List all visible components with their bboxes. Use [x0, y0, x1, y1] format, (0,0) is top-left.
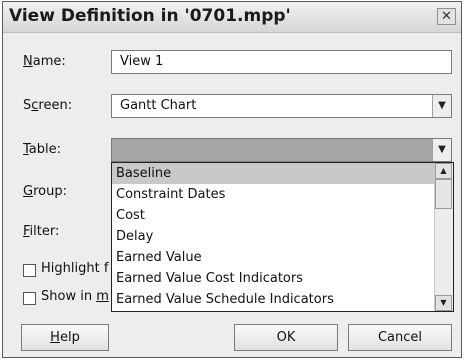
- help-button[interactable]: Help: [21, 324, 109, 351]
- table-select[interactable]: ▼: [111, 138, 452, 162]
- name-label: Name:: [23, 54, 66, 69]
- scroll-down-icon[interactable]: ▼: [435, 295, 452, 311]
- list-item[interactable]: Constraint Dates: [112, 184, 435, 205]
- chevron-down-icon[interactable]: ▼: [432, 95, 451, 117]
- title-bar: View Definition in '0701.mpp' ✕: [3, 2, 461, 33]
- list-item[interactable]: Earned Value Cost Indicators: [112, 268, 435, 289]
- show-in-menu-label: Show in m: [41, 289, 109, 304]
- scroll-up-icon[interactable]: ▲: [435, 163, 452, 179]
- scrollbar-thumb[interactable]: [435, 179, 452, 209]
- highlight-filter-label: Highlight f: [41, 261, 109, 276]
- list-item[interactable]: Baseline: [112, 163, 435, 184]
- close-button[interactable]: ✕: [437, 8, 456, 25]
- dialog-title: View Definition in '0701.mpp': [9, 6, 291, 26]
- name-input[interactable]: View 1: [111, 50, 452, 74]
- screen-select-value: Gantt Chart: [120, 98, 197, 113]
- dropdown-scrollbar[interactable]: ▲ ▼: [434, 163, 453, 311]
- ok-button[interactable]: OK: [234, 324, 338, 351]
- list-item[interactable]: Cost: [112, 205, 435, 226]
- cancel-button[interactable]: Cancel: [348, 324, 452, 351]
- screen-label: Screen:: [23, 98, 73, 113]
- list-item[interactable]: Earned Value: [112, 247, 435, 268]
- table-dropdown-list[interactable]: Baseline Constraint Dates Cost Delay Ear…: [111, 162, 454, 312]
- show-in-menu-checkbox[interactable]: [23, 292, 36, 305]
- table-label: Table:: [23, 142, 62, 157]
- group-label: Group:: [23, 184, 67, 199]
- list-item[interactable]: Delay: [112, 226, 435, 247]
- chevron-down-icon[interactable]: ▼: [432, 139, 451, 161]
- screen-select[interactable]: Gantt Chart ▼: [111, 94, 452, 118]
- close-icon: ✕: [441, 9, 452, 24]
- filter-label: Filter:: [23, 224, 60, 239]
- list-item[interactable]: Earned Value Schedule Indicators: [112, 289, 435, 310]
- view-definition-dialog: View Definition in '0701.mpp' ✕ Name: Vi…: [2, 1, 462, 358]
- highlight-filter-checkbox[interactable]: [23, 264, 36, 277]
